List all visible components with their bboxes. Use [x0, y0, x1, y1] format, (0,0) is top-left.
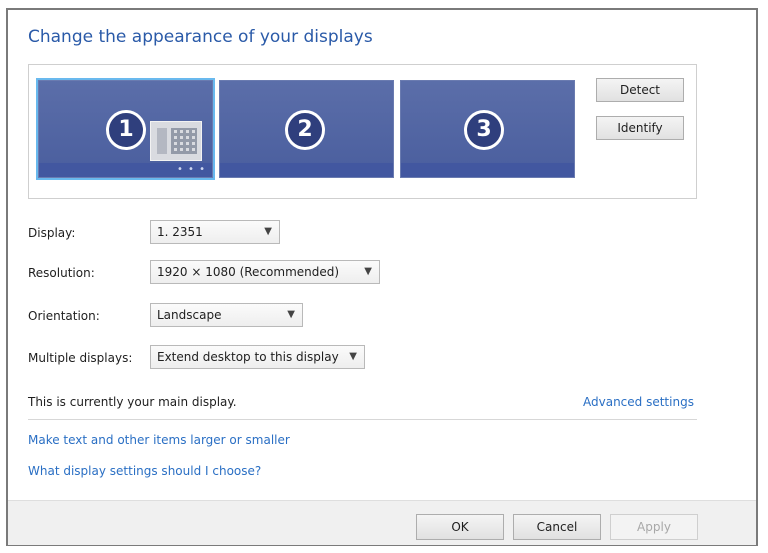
multiple-displays-value: Extend desktop to this display: [157, 350, 339, 364]
resolution-label: Resolution:: [28, 266, 95, 280]
display-label: Display:: [28, 226, 76, 240]
orientation-value: Landscape: [157, 308, 222, 322]
chevron-down-icon: ▼: [287, 309, 295, 320]
detect-button[interactable]: Detect: [596, 78, 684, 102]
display-help-link[interactable]: What display settings should I choose?: [28, 464, 261, 478]
cancel-button[interactable]: Cancel: [513, 514, 601, 540]
chevron-down-icon: ▼: [264, 226, 272, 237]
display-value: 1. 2351: [157, 225, 203, 239]
taskbar: [401, 163, 574, 177]
ok-button[interactable]: OK: [416, 514, 504, 540]
resolution-select[interactable]: 1920 × 1080 (Recommended) ▼: [150, 260, 380, 284]
taskbar: [220, 163, 393, 177]
more-icon: • • •: [176, 164, 206, 175]
page-title: Change the appearance of your displays: [28, 27, 373, 47]
larger-text-link[interactable]: Make text and other items larger or smal…: [28, 433, 290, 447]
divider: [28, 419, 697, 420]
chevron-down-icon: ▼: [364, 266, 372, 277]
chevron-down-icon: ▼: [349, 351, 357, 362]
multiple-displays-label: Multiple displays:: [28, 351, 133, 365]
monitor-number-1: 1: [106, 110, 146, 150]
advanced-settings-link[interactable]: Advanced settings: [583, 395, 694, 409]
display-select[interactable]: 1. 2351 ▼: [150, 220, 280, 244]
main-display-info: This is currently your main display.: [28, 395, 237, 409]
multiple-displays-select[interactable]: Extend desktop to this display ▼: [150, 345, 365, 369]
keypad-icon: [150, 121, 202, 161]
monitor-number-3: 3: [464, 110, 504, 150]
apply-button[interactable]: Apply: [610, 514, 698, 540]
monitor-number-2: 2: [285, 110, 325, 150]
orientation-select[interactable]: Landscape ▼: [150, 303, 303, 327]
resolution-value: 1920 × 1080 (Recommended): [157, 265, 340, 279]
orientation-label: Orientation:: [28, 309, 100, 323]
identify-button[interactable]: Identify: [596, 116, 684, 140]
